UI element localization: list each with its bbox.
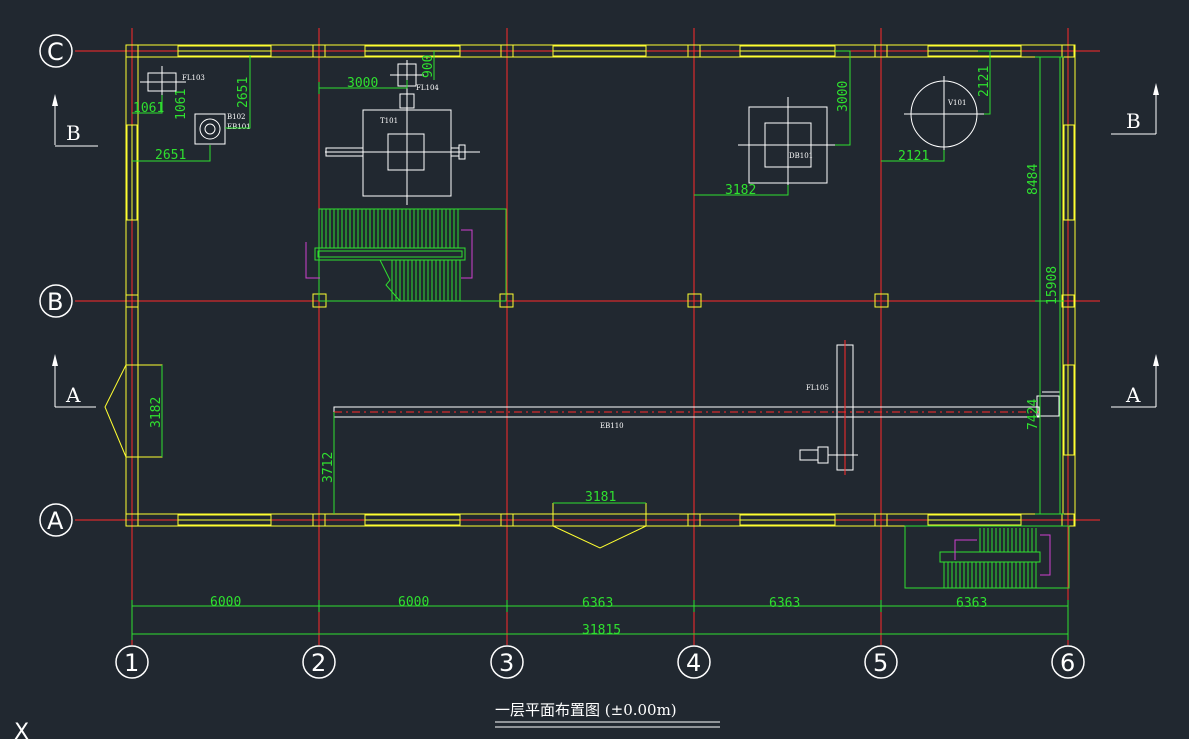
equipment-v101: V101 — [904, 76, 984, 152]
dim-3712: 3712 — [321, 452, 336, 483]
cad-plan: FL103 B102 EB101 FL104 T101 DB101 V101 E… — [14, 28, 1159, 739]
axis-1-label: 1 — [124, 649, 139, 677]
svg-text:B: B — [66, 121, 81, 145]
dim-900: 900 — [421, 55, 436, 78]
dimension-lines — [131, 50, 1069, 640]
axis-2-label: 2 — [311, 649, 326, 677]
drawing-title: 一层平面布置图 (±0.00m) — [495, 701, 677, 719]
span-4-5: 6363 — [769, 596, 800, 611]
eb101-label: EB101 — [227, 123, 251, 131]
fl103-label: FL103 — [182, 74, 205, 82]
total-dim: 31815 — [582, 623, 621, 638]
fl105-label: FL105 — [806, 384, 829, 392]
section-mark-b-left: B — [52, 94, 98, 147]
db101-label: DB101 — [789, 152, 813, 160]
col-axis-bubbles: 1 2 3 4 5 6 — [115, 645, 1085, 679]
span-1-2: 6000 — [210, 595, 241, 610]
dim-3181: 3181 — [585, 490, 616, 505]
dim-2651-h: 2651 — [155, 148, 186, 163]
dim-8484: 8484 — [1026, 164, 1041, 195]
equipment-eb110: EB110 — [333, 391, 1060, 430]
section-mark-a-right: A — [1111, 354, 1159, 408]
cursor-glyph: X — [14, 720, 29, 739]
axis-4-label: 4 — [686, 649, 701, 677]
svg-text:A: A — [65, 383, 81, 407]
dim-1061-v: 1061 — [174, 89, 189, 120]
dim-3000-h: 3000 — [347, 76, 378, 91]
axis-3-label: 3 — [499, 649, 514, 677]
span-2-3: 6000 — [398, 595, 429, 610]
equipment-db101: DB101 — [738, 97, 838, 192]
section-mark-a-left: A — [52, 354, 96, 408]
dim-7424: 7424 — [1026, 399, 1041, 430]
row-axis-bubbles: C B A — [39, 34, 73, 537]
dim-3182-h: 3182 — [725, 183, 756, 198]
dim-2121-v: 2121 — [977, 66, 992, 97]
staircase-exterior — [904, 525, 1070, 589]
dimension-texts: 6000 6000 6363 6363 6363 31815 1061 1061… — [133, 55, 1060, 638]
v101-label: V101 — [947, 99, 966, 107]
dim-2651-v: 2651 — [236, 77, 251, 108]
axis-5-label: 5 — [873, 649, 888, 677]
fl104-label: FL104 — [416, 84, 439, 92]
span-5-6: 6363 — [956, 596, 987, 611]
drawing-title-block: 一层平面布置图 (±0.00m) — [495, 701, 720, 728]
equipment-t101: T101 — [325, 100, 480, 205]
section-mark-b-right: B — [1111, 83, 1159, 135]
t101-label: T101 — [380, 117, 398, 125]
axis-c-label: C — [47, 38, 64, 66]
dim-15908: 15908 — [1045, 266, 1060, 305]
dim-1061-h: 1061 — [133, 101, 164, 116]
eb110-label: EB110 — [600, 422, 624, 430]
axis-6-label: 6 — [1060, 649, 1075, 677]
staircase-main — [305, 208, 507, 302]
equipment-fl103: FL103 — [140, 66, 205, 98]
svg-text:B: B — [1126, 109, 1141, 133]
dim-2121-h: 2121 — [898, 149, 929, 164]
svg-text:A: A — [1125, 383, 1141, 407]
axis-b-label: B — [47, 288, 63, 316]
dim-3182-v: 3182 — [149, 397, 164, 428]
span-3-4: 6363 — [582, 596, 613, 611]
axis-a-label: A — [47, 507, 64, 535]
b102-label: B102 — [227, 113, 246, 121]
dim-3000-v: 3000 — [836, 81, 851, 112]
